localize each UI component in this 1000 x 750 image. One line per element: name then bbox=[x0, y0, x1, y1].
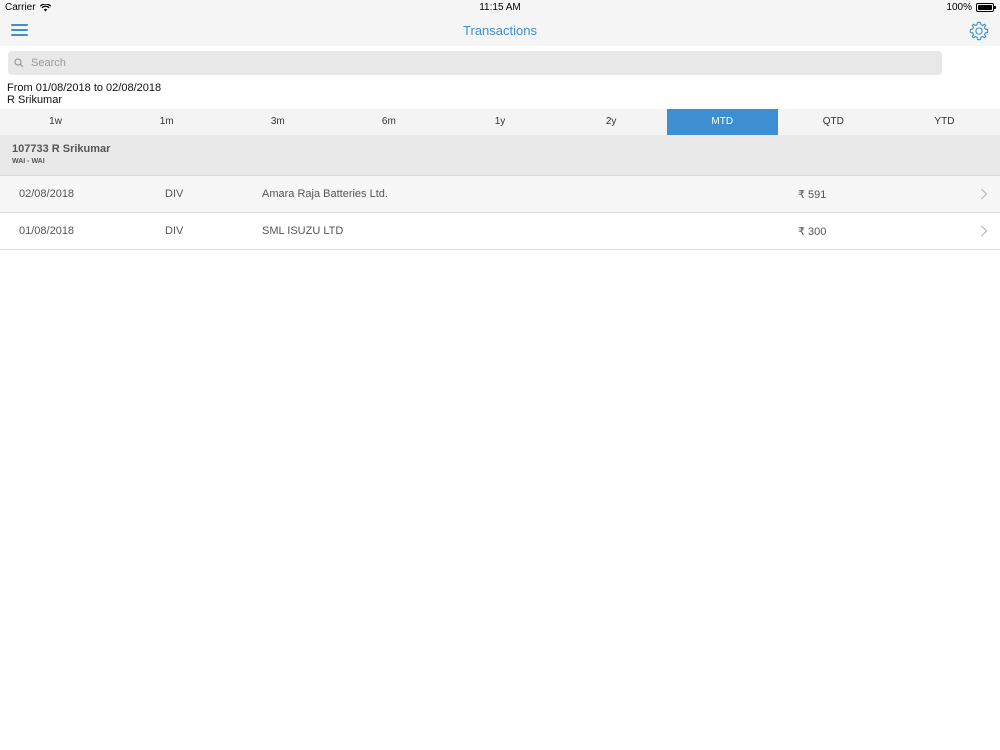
date-range-text: From 01/08/2018 to 02/08/2018 bbox=[7, 82, 162, 94]
client-name: R Srikumar bbox=[7, 94, 63, 106]
transaction-list: 02/08/2018 DIV Amara Raja Batteries Ltd.… bbox=[0, 176, 1000, 250]
tab-ytd[interactable]: YTD bbox=[889, 109, 1000, 135]
chevron-right-icon bbox=[981, 225, 988, 237]
battery-info: 100% bbox=[946, 2, 996, 13]
tab-1y[interactable]: 1y bbox=[444, 109, 555, 135]
page-title: Transactions bbox=[463, 23, 537, 38]
status-time: 11:15 AM bbox=[479, 2, 521, 13]
date-range-info: From 01/08/2018 to 02/08/2018 R Srikumar bbox=[7, 82, 161, 106]
transaction-security: Amara Raja Batteries Ltd. bbox=[262, 188, 388, 200]
search-input[interactable] bbox=[31, 51, 931, 75]
battery-percent: 100% bbox=[946, 2, 972, 13]
transaction-date: 01/08/2018 bbox=[19, 225, 75, 237]
table-row[interactable]: 01/08/2018 DIV SML ISUZU LTD ₹ 300 bbox=[0, 213, 1000, 250]
tab-1m[interactable]: 1m bbox=[111, 109, 222, 135]
transaction-amount: ₹ 300 bbox=[798, 226, 827, 238]
transaction-date: 02/08/2018 bbox=[19, 188, 75, 200]
account-branch: WAI - WAI bbox=[12, 158, 45, 165]
tab-6m[interactable]: 6m bbox=[333, 109, 444, 135]
search-box[interactable] bbox=[8, 51, 942, 75]
battery-icon bbox=[976, 3, 996, 12]
period-tabs: 1w 1m 3m 6m 1y 2y MTD QTD YTD bbox=[0, 109, 1000, 135]
account-header: 107733 R Srikumar WAI - WAI bbox=[0, 135, 1000, 176]
transaction-type: DIV bbox=[165, 188, 184, 200]
tab-3m[interactable]: 3m bbox=[222, 109, 333, 135]
chevron-right-icon bbox=[981, 188, 988, 200]
transaction-security: SML ISUZU LTD bbox=[262, 225, 344, 237]
tab-1w[interactable]: 1w bbox=[0, 109, 111, 135]
table-row[interactable]: 02/08/2018 DIV Amara Raja Batteries Ltd.… bbox=[0, 176, 1000, 213]
status-bar: Carrier 11:15 AM 100% bbox=[0, 0, 1000, 16]
search-icon bbox=[14, 58, 24, 68]
search-bar bbox=[0, 46, 1000, 80]
gear-icon[interactable] bbox=[968, 20, 990, 42]
transaction-amount: ₹ 591 bbox=[798, 189, 827, 201]
transaction-type: DIV bbox=[165, 225, 184, 237]
tab-2y[interactable]: 2y bbox=[556, 109, 667, 135]
nav-bar: Transactions bbox=[0, 16, 1000, 46]
tab-qtd[interactable]: QTD bbox=[778, 109, 889, 135]
tab-mtd[interactable]: MTD bbox=[666, 109, 778, 135]
account-name: 107733 R Srikumar bbox=[12, 143, 111, 155]
